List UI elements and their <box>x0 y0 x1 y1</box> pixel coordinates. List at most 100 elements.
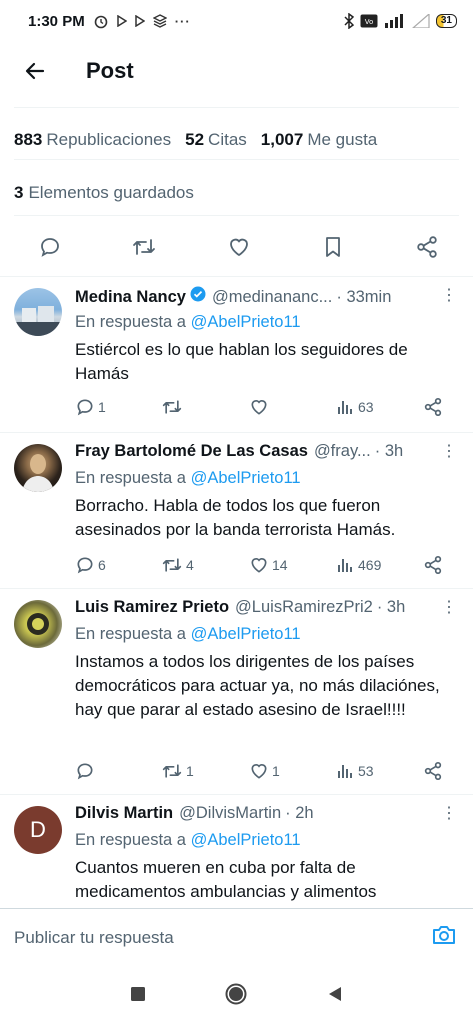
reply-text: Estiércol es lo que hablan los seguidore… <box>75 340 408 383</box>
bookmarks-stat: 3 Elementos guardados <box>14 170 459 216</box>
reply-author-name[interactable]: Fray Bartolomé De Las Casas <box>75 442 308 461</box>
repost-icon <box>162 400 182 414</box>
mention-link[interactable]: @AbelPrieto11 <box>191 469 301 487</box>
signal-empty-icon <box>411 14 430 28</box>
mention-link[interactable]: @AbelPrieto11 <box>191 625 301 643</box>
svg-text:Vo: Vo <box>365 18 374 26</box>
status-bar: 1:30 PM ··· Vo 31 <box>0 0 473 42</box>
reply-icon <box>41 238 59 257</box>
like-button[interactable] <box>225 233 253 261</box>
reply-timestamp: · 3h <box>376 598 406 616</box>
bookmark-icon <box>325 237 340 257</box>
reply-author-name[interactable]: Dilvis Martin <box>75 804 173 823</box>
avatar[interactable] <box>14 444 62 492</box>
reply-post[interactable]: Fray Bartolomé De Las Casas @fray... · 3… <box>0 442 473 588</box>
reply-post[interactable]: Luis Ramirez Prieto @LuisRamirezPri2 · 3… <box>0 598 473 794</box>
repost-button[interactable] <box>130 233 158 261</box>
post-actions <box>14 222 459 272</box>
reply-text: Cuantos mueren en cuba por falta de medi… <box>75 858 377 901</box>
reply-timestamp: · 2h <box>285 804 314 822</box>
reply-input[interactable]: Publicar tu respuesta <box>14 928 174 948</box>
camera-icon <box>433 926 455 944</box>
reply-text: Borracho. Habla de todos los que fueron … <box>75 496 396 539</box>
avatar[interactable] <box>14 288 62 336</box>
divider <box>0 794 473 795</box>
bluetooth-icon <box>344 13 354 29</box>
quotes-stat[interactable]: 52 Citas <box>185 130 247 150</box>
bookmarks-label: Elementos guardados <box>28 182 194 202</box>
more-options-icon[interactable]: ⋮ <box>441 806 457 822</box>
reply-icon <box>77 763 93 780</box>
views-count[interactable]: 469 <box>337 556 381 574</box>
bar-chart-icon <box>338 765 352 778</box>
repost-count-button[interactable]: 4 <box>161 555 194 575</box>
share-button[interactable] <box>423 761 443 781</box>
reply-author-handle[interactable]: @medinananc... <box>212 288 332 307</box>
mention-link[interactable]: @AbelPrieto11 <box>191 831 301 849</box>
reply-composer[interactable]: Publicar tu respuesta <box>0 908 473 966</box>
reply-author-handle[interactable]: @DilvisMartin <box>179 804 281 823</box>
more-options-icon[interactable]: ⋮ <box>441 288 457 304</box>
reply-author-name[interactable]: Luis Ramirez Prieto <box>75 598 229 617</box>
alarm-icon <box>94 15 108 29</box>
avatar[interactable] <box>14 600 62 648</box>
avatar[interactable]: D <box>14 806 62 854</box>
back-nav-button[interactable] <box>326 985 344 1008</box>
system-nav-bar <box>0 968 473 1024</box>
reply-post[interactable]: Medina Nancy @medinananc... · 33min ⋮ En… <box>0 286 473 432</box>
reply-icon <box>77 399 93 416</box>
heart-icon <box>251 764 267 779</box>
views-count[interactable]: 63 <box>337 398 374 416</box>
play-icon <box>134 15 145 27</box>
avatar-image <box>27 613 49 635</box>
stack-icon <box>152 14 167 28</box>
avatar-image <box>22 454 54 492</box>
repost-icon <box>162 558 182 572</box>
battery-icon: 31 <box>435 14 457 28</box>
share-icon <box>424 398 442 417</box>
repost-count-button[interactable] <box>161 397 183 417</box>
share-button[interactable] <box>413 233 441 261</box>
camera-button[interactable] <box>431 923 457 952</box>
back-button[interactable] <box>0 42 70 100</box>
reposts-stat[interactable]: 883 Republicaciones <box>14 130 171 150</box>
views-count[interactable]: 53 <box>337 762 374 780</box>
heart-icon <box>229 238 248 257</box>
reply-count-button[interactable]: 1 <box>75 397 106 417</box>
share-icon <box>424 556 442 575</box>
circle-icon <box>225 983 246 1004</box>
reply-actions: 6 4 14 469 <box>75 552 445 578</box>
share-button[interactable] <box>423 555 443 575</box>
triangle-back-icon <box>328 986 341 1001</box>
heart-icon <box>251 558 267 573</box>
likes-stat[interactable]: 1,007 Me gusta <box>261 130 377 150</box>
like-count-button[interactable] <box>249 397 269 417</box>
post-stats: 883 Republicaciones 52 Citas 1,007 Me gusta <box>14 120 459 160</box>
divider <box>0 276 473 277</box>
recents-button[interactable] <box>130 986 146 1007</box>
reply-count-button[interactable] <box>75 761 95 781</box>
reply-author-handle[interactable]: @LuisRamirezPri2 <box>235 598 373 617</box>
like-count-button[interactable]: 14 <box>249 555 288 575</box>
reply-actions: 1 1 53 <box>75 758 445 784</box>
like-count-button[interactable]: 1 <box>249 761 280 781</box>
home-button[interactable] <box>224 982 248 1011</box>
reply-post[interactable]: D Dilvis Martin @DilvisMartin · 2h ⋮ En … <box>0 804 473 908</box>
bar-chart-icon <box>338 401 352 414</box>
more-options-icon[interactable]: ⋮ <box>441 444 457 460</box>
reply-author-handle[interactable]: @fray... <box>314 442 371 461</box>
more-options-icon[interactable]: ⋮ <box>441 600 457 616</box>
divider <box>14 107 459 108</box>
mention-link[interactable]: @AbelPrieto11 <box>191 313 301 331</box>
reply-count-button[interactable]: 6 <box>75 555 106 575</box>
volte-icon: Vo <box>360 14 378 28</box>
divider <box>0 588 473 589</box>
repost-icon <box>162 764 182 778</box>
share-icon <box>424 762 442 781</box>
reply-author-name[interactable]: Medina Nancy <box>75 288 186 307</box>
bookmark-button[interactable] <box>319 233 347 261</box>
share-button[interactable] <box>423 397 443 417</box>
reply-button[interactable] <box>36 233 64 261</box>
repost-count-button[interactable]: 1 <box>161 761 194 781</box>
status-time: 1:30 PM <box>28 12 85 30</box>
